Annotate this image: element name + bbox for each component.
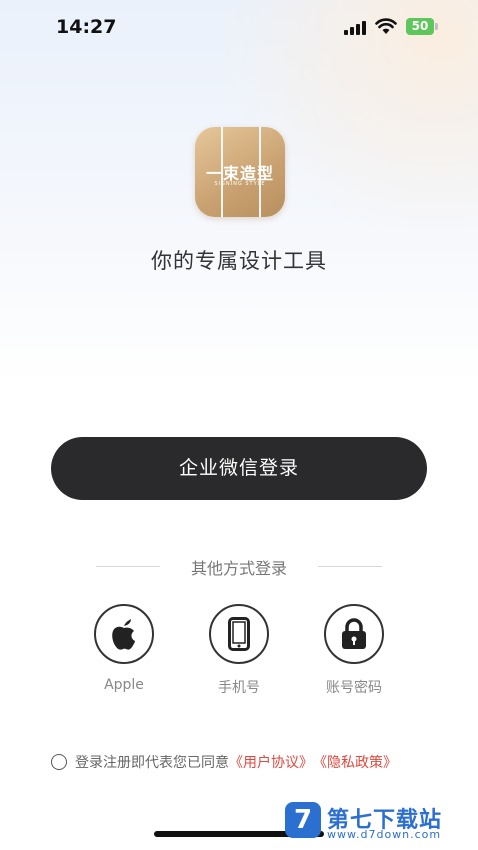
- password-login-button[interactable]: [324, 604, 384, 664]
- apple-login-label: Apple: [104, 677, 144, 693]
- user-agreement-link[interactable]: 《用户协议》: [229, 752, 313, 772]
- divider-right: [318, 566, 382, 567]
- agreement-row: 登录注册即代表您已同意 《用户协议》 《隐私政策》: [51, 752, 397, 772]
- logo-subtitle: SIGNING STYLE: [214, 181, 266, 187]
- password-login-option[interactable]: 账号密码: [309, 604, 399, 697]
- agreement-text: 登录注册即代表您已同意: [75, 755, 229, 771]
- password-login-label: 账号密码: [326, 680, 382, 696]
- phone-login-button[interactable]: [209, 604, 269, 664]
- phone-icon: [228, 617, 250, 651]
- status-bar: 14:27 50: [0, 0, 478, 56]
- phone-login-label: 手机号: [218, 680, 260, 696]
- status-time: 14:27: [56, 16, 117, 38]
- agreement-radio[interactable]: [51, 754, 67, 770]
- battery-icon: 50: [406, 18, 440, 35]
- watermark-mark: 7: [285, 802, 321, 838]
- wifi-icon: [375, 18, 397, 34]
- privacy-policy-link[interactable]: 《隐私政策》: [313, 752, 397, 772]
- apple-login-button[interactable]: [94, 604, 154, 664]
- apple-login-option[interactable]: Apple: [79, 604, 169, 693]
- cellular-signal-icon: [344, 20, 368, 35]
- lock-icon: [342, 618, 366, 649]
- apple-icon: [112, 619, 135, 650]
- app-logo: 一束造型 SIGNING STYLE: [195, 127, 285, 217]
- battery-percent: 50: [411, 19, 429, 33]
- other-login-title: 其他方式登录: [190, 559, 287, 578]
- watermark-url: www.d7down.com: [327, 828, 442, 841]
- tagline: 你的专属设计工具: [151, 249, 327, 273]
- watermark-logo: 7 第七下载站 www.d7down.com: [285, 802, 475, 842]
- wecom-login-button[interactable]: 企业微信登录: [51, 437, 427, 500]
- phone-login-option[interactable]: 手机号: [194, 604, 284, 697]
